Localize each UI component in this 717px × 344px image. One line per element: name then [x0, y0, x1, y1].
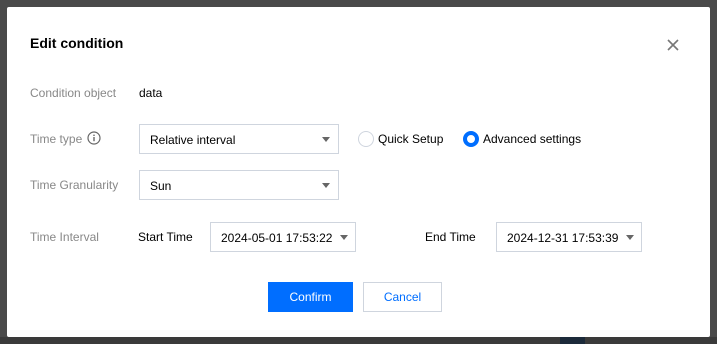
radio-circle-checked	[463, 131, 479, 147]
condition-object-value: data	[139, 86, 163, 100]
info-icon[interactable]	[87, 131, 101, 145]
start-time-picker[interactable]: 2024-05-01 17:53:22	[210, 222, 356, 252]
start-time-value: 2024-05-01 17:53:22	[221, 231, 333, 245]
end-time-picker[interactable]: 2024-12-31 17:53:39	[496, 222, 642, 252]
start-time-label: Start Time	[138, 230, 193, 244]
time-interval-label: Time Interval	[30, 230, 99, 244]
time-type-select[interactable]: Relative interval	[139, 124, 339, 154]
end-time-value: 2024-12-31 17:53:39	[507, 231, 619, 245]
chevron-down-icon	[340, 235, 348, 240]
time-granularity-selected: Sun	[150, 179, 172, 193]
condition-object-label: Condition object	[30, 86, 117, 100]
radio-circle	[358, 131, 374, 147]
radio-quick-setup-label: Quick Setup	[378, 132, 444, 146]
chevron-down-icon	[626, 235, 634, 240]
close-icon[interactable]	[665, 37, 681, 53]
edit-condition-dialog: Edit condition Condition object data Tim…	[7, 7, 710, 337]
time-type-selected: Relative interval	[150, 133, 236, 147]
time-granularity-label: Time Granularity	[30, 178, 119, 192]
radio-advanced-settings-label: Advanced settings	[483, 132, 582, 146]
time-type-label: Time type	[30, 132, 83, 146]
chevron-down-icon	[322, 137, 330, 142]
time-granularity-select[interactable]: Sun	[139, 170, 339, 200]
backdrop-element	[560, 337, 585, 344]
backdrop	[0, 337, 717, 344]
cancel-button[interactable]: Cancel	[363, 282, 442, 312]
dialog-title: Edit condition	[30, 35, 124, 51]
confirm-button[interactable]: Confirm	[268, 282, 353, 312]
chevron-down-icon	[322, 183, 330, 188]
end-time-label: End Time	[425, 230, 476, 244]
